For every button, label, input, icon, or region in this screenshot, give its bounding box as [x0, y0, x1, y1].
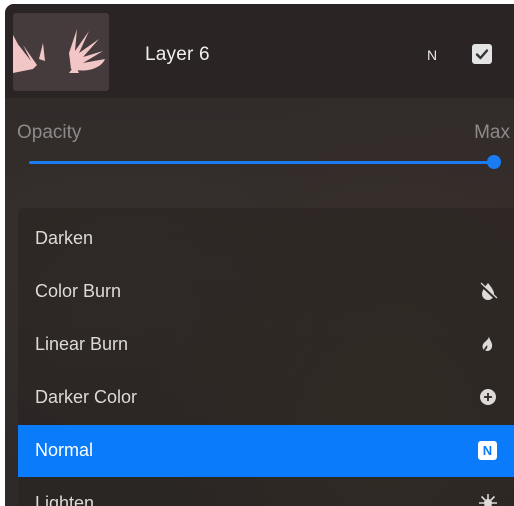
blend-mode-label: Darker Color — [35, 387, 138, 407]
opacity-slider-handle[interactable] — [487, 155, 501, 169]
opacity-slider-fill — [29, 161, 494, 164]
flame-icon — [482, 336, 493, 351]
blend-mode-indicator[interactable]: N — [427, 47, 437, 63]
burn-drop-icon — [479, 282, 498, 300]
blend-mode-list: Darken Color Burn Linear Burn Darker Col… — [18, 208, 514, 506]
blend-mode-label: Linear Burn — [35, 334, 129, 354]
opacity-value: Max — [474, 122, 510, 143]
blend-mode-label: Darken — [35, 228, 94, 248]
blend-mode-color-burn[interactable]: Color Burn — [18, 266, 514, 318]
opacity-slider-track[interactable] — [29, 161, 494, 164]
layer-name[interactable]: Layer 6 — [145, 44, 210, 66]
n-badge-icon: N — [478, 441, 497, 460]
blend-mode-darker-color[interactable]: Darker Color — [18, 372, 514, 424]
opacity-label: Opacity — [17, 122, 82, 143]
moon-icon — [481, 230, 494, 246]
blend-mode-label: Color Burn — [35, 281, 122, 301]
blend-mode-label: Normal — [35, 440, 94, 460]
checkmark-icon — [475, 49, 489, 60]
layer-header[interactable]: Layer 6 N — [5, 4, 514, 98]
blend-mode-label: Lighten — [35, 493, 95, 506]
plus-circle-icon — [480, 389, 496, 405]
blend-mode-darken[interactable]: Darken — [18, 213, 514, 265]
blend-mode-lighten[interactable]: Lighten — [18, 478, 514, 506]
blend-mode-normal[interactable]: Normal N — [18, 425, 514, 477]
layer-options-panel: Layer 6 N Opacity Max Darken Color Burn — [5, 4, 514, 506]
leaf-artwork-icon — [13, 29, 105, 73]
layer-visibility-checkbox[interactable] — [472, 44, 492, 64]
sunburst-icon — [479, 494, 497, 506]
blend-mode-linear-burn[interactable]: Linear Burn — [18, 319, 514, 371]
layer-thumbnail[interactable] — [13, 13, 109, 91]
